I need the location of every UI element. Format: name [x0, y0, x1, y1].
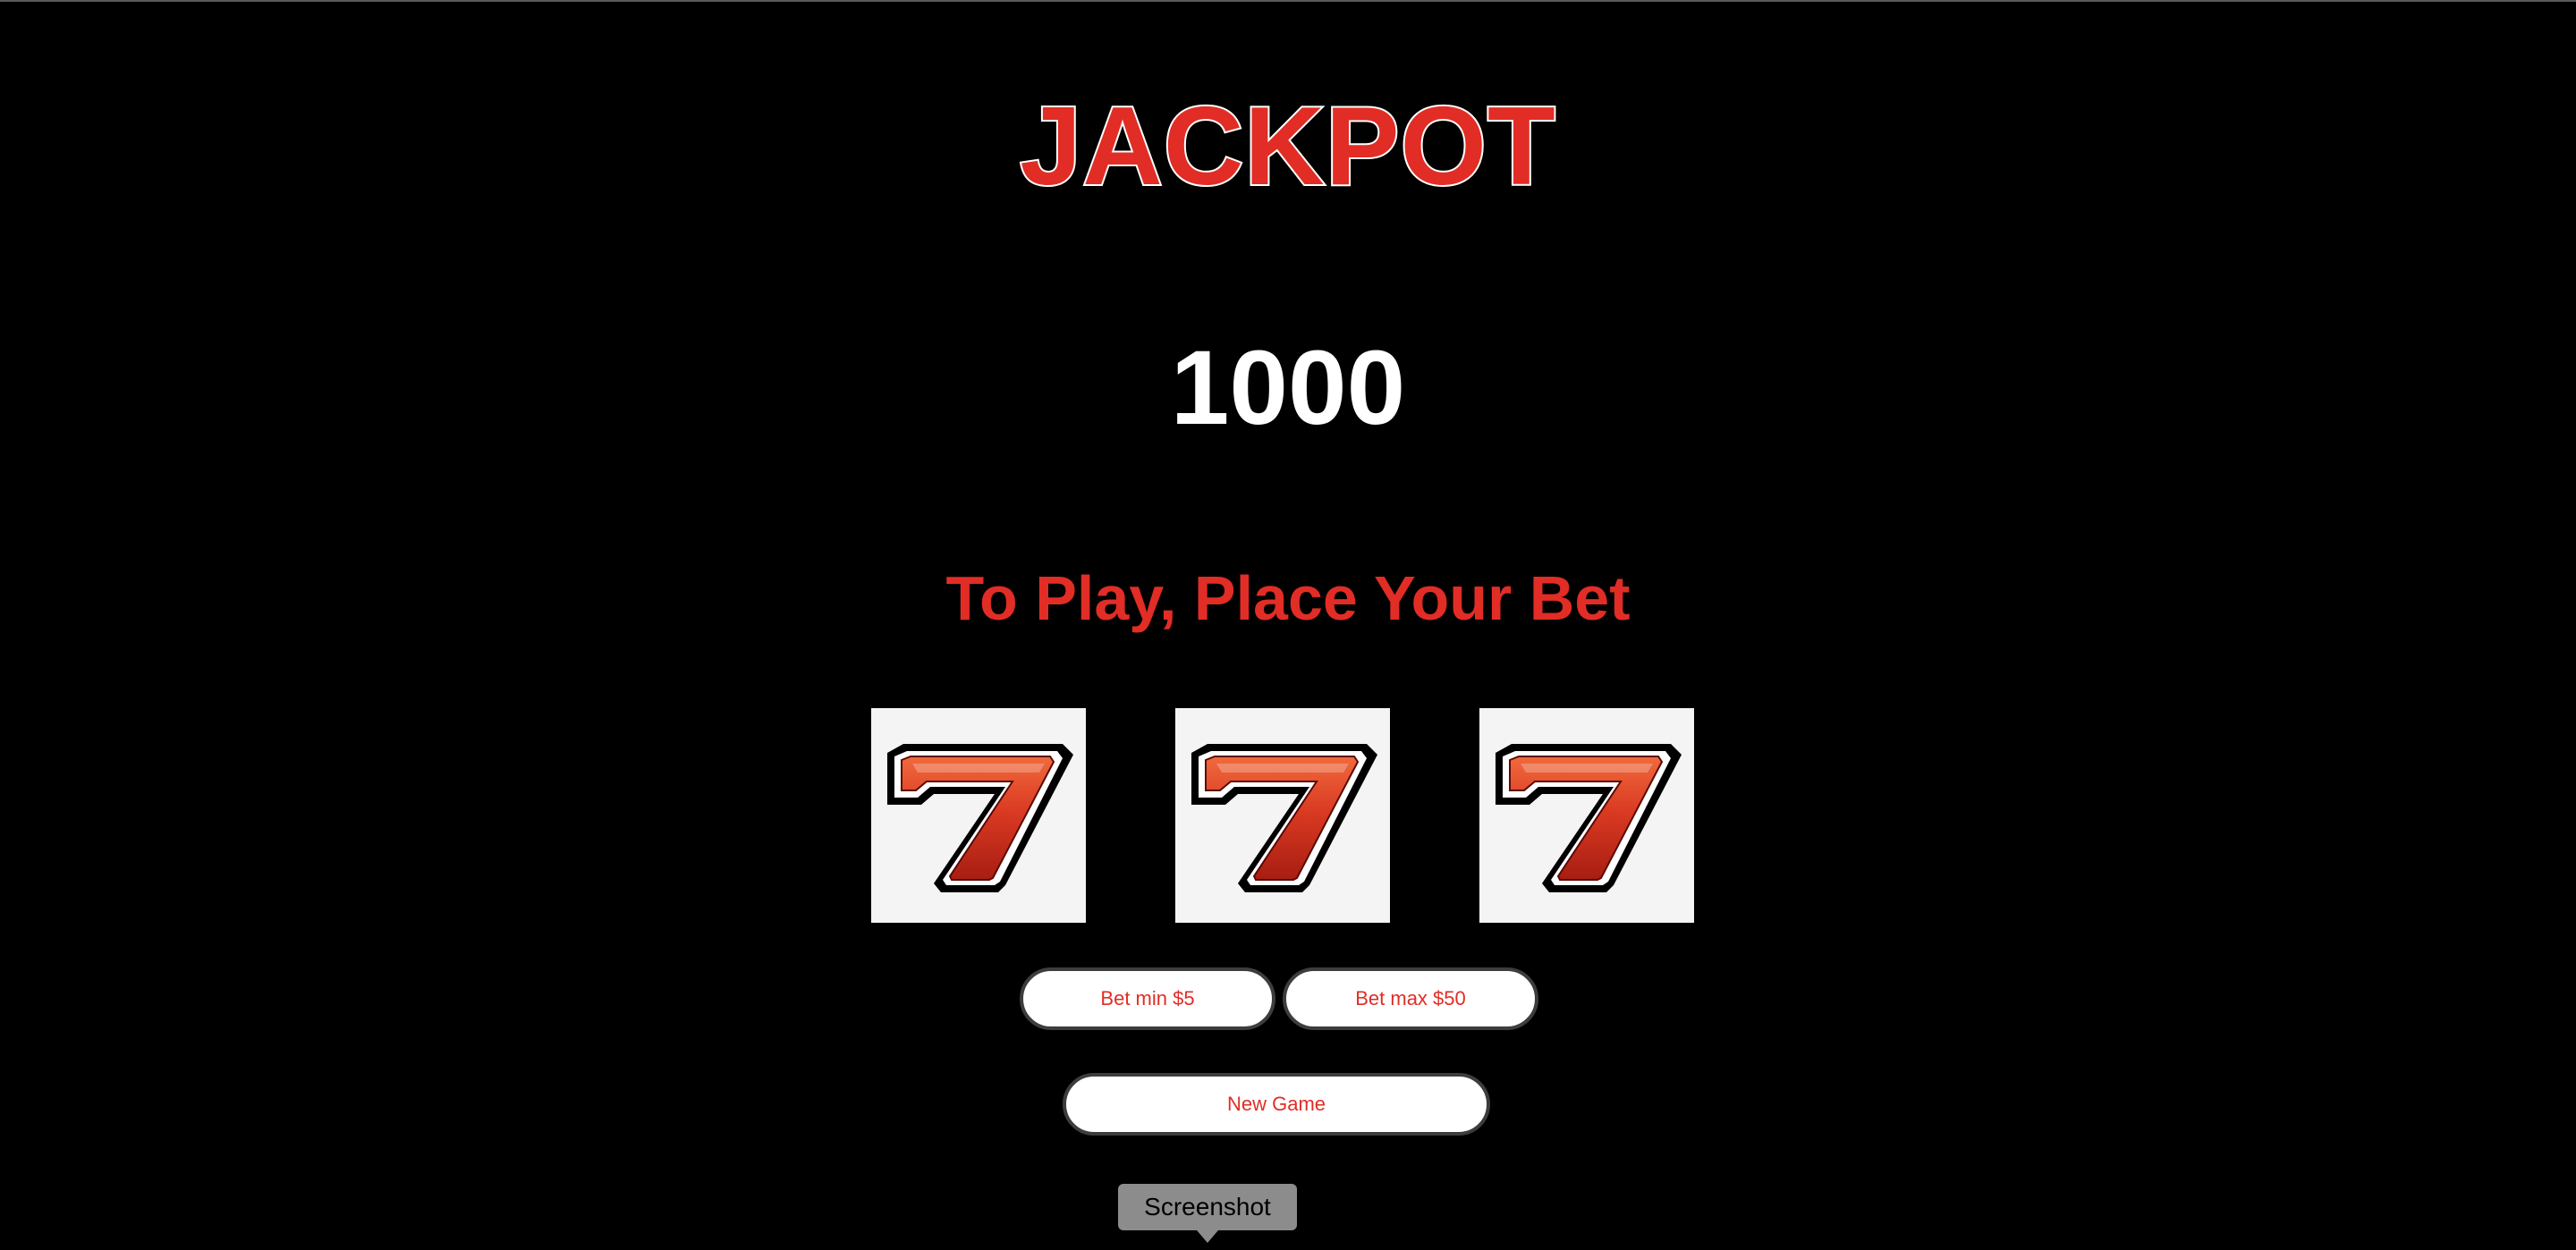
slot-machine-screen: JACKPOT 1000 To Play, Place Your Bet Bet… [0, 0, 2576, 1250]
reel-1 [871, 708, 1086, 923]
status-message: To Play, Place Your Bet [945, 563, 1631, 633]
bet-min-button[interactable]: Bet min $5 [1020, 967, 1275, 1030]
reel-3 [1479, 708, 1694, 923]
reel-2 [1175, 708, 1390, 923]
credits-display: 1000 [1170, 329, 1406, 447]
bet-max-button[interactable]: Bet max $50 [1283, 967, 1538, 1030]
tooltip-arrow [1197, 1230, 1218, 1243]
screenshot-tooltip: Screenshot [1118, 1184, 1297, 1230]
seven-icon [1496, 744, 1682, 892]
seven-icon [887, 744, 1073, 892]
new-game-button[interactable]: New Game [1063, 1073, 1490, 1136]
game-title: JACKPOT [1018, 83, 1557, 210]
seven-icon [1191, 744, 1377, 892]
